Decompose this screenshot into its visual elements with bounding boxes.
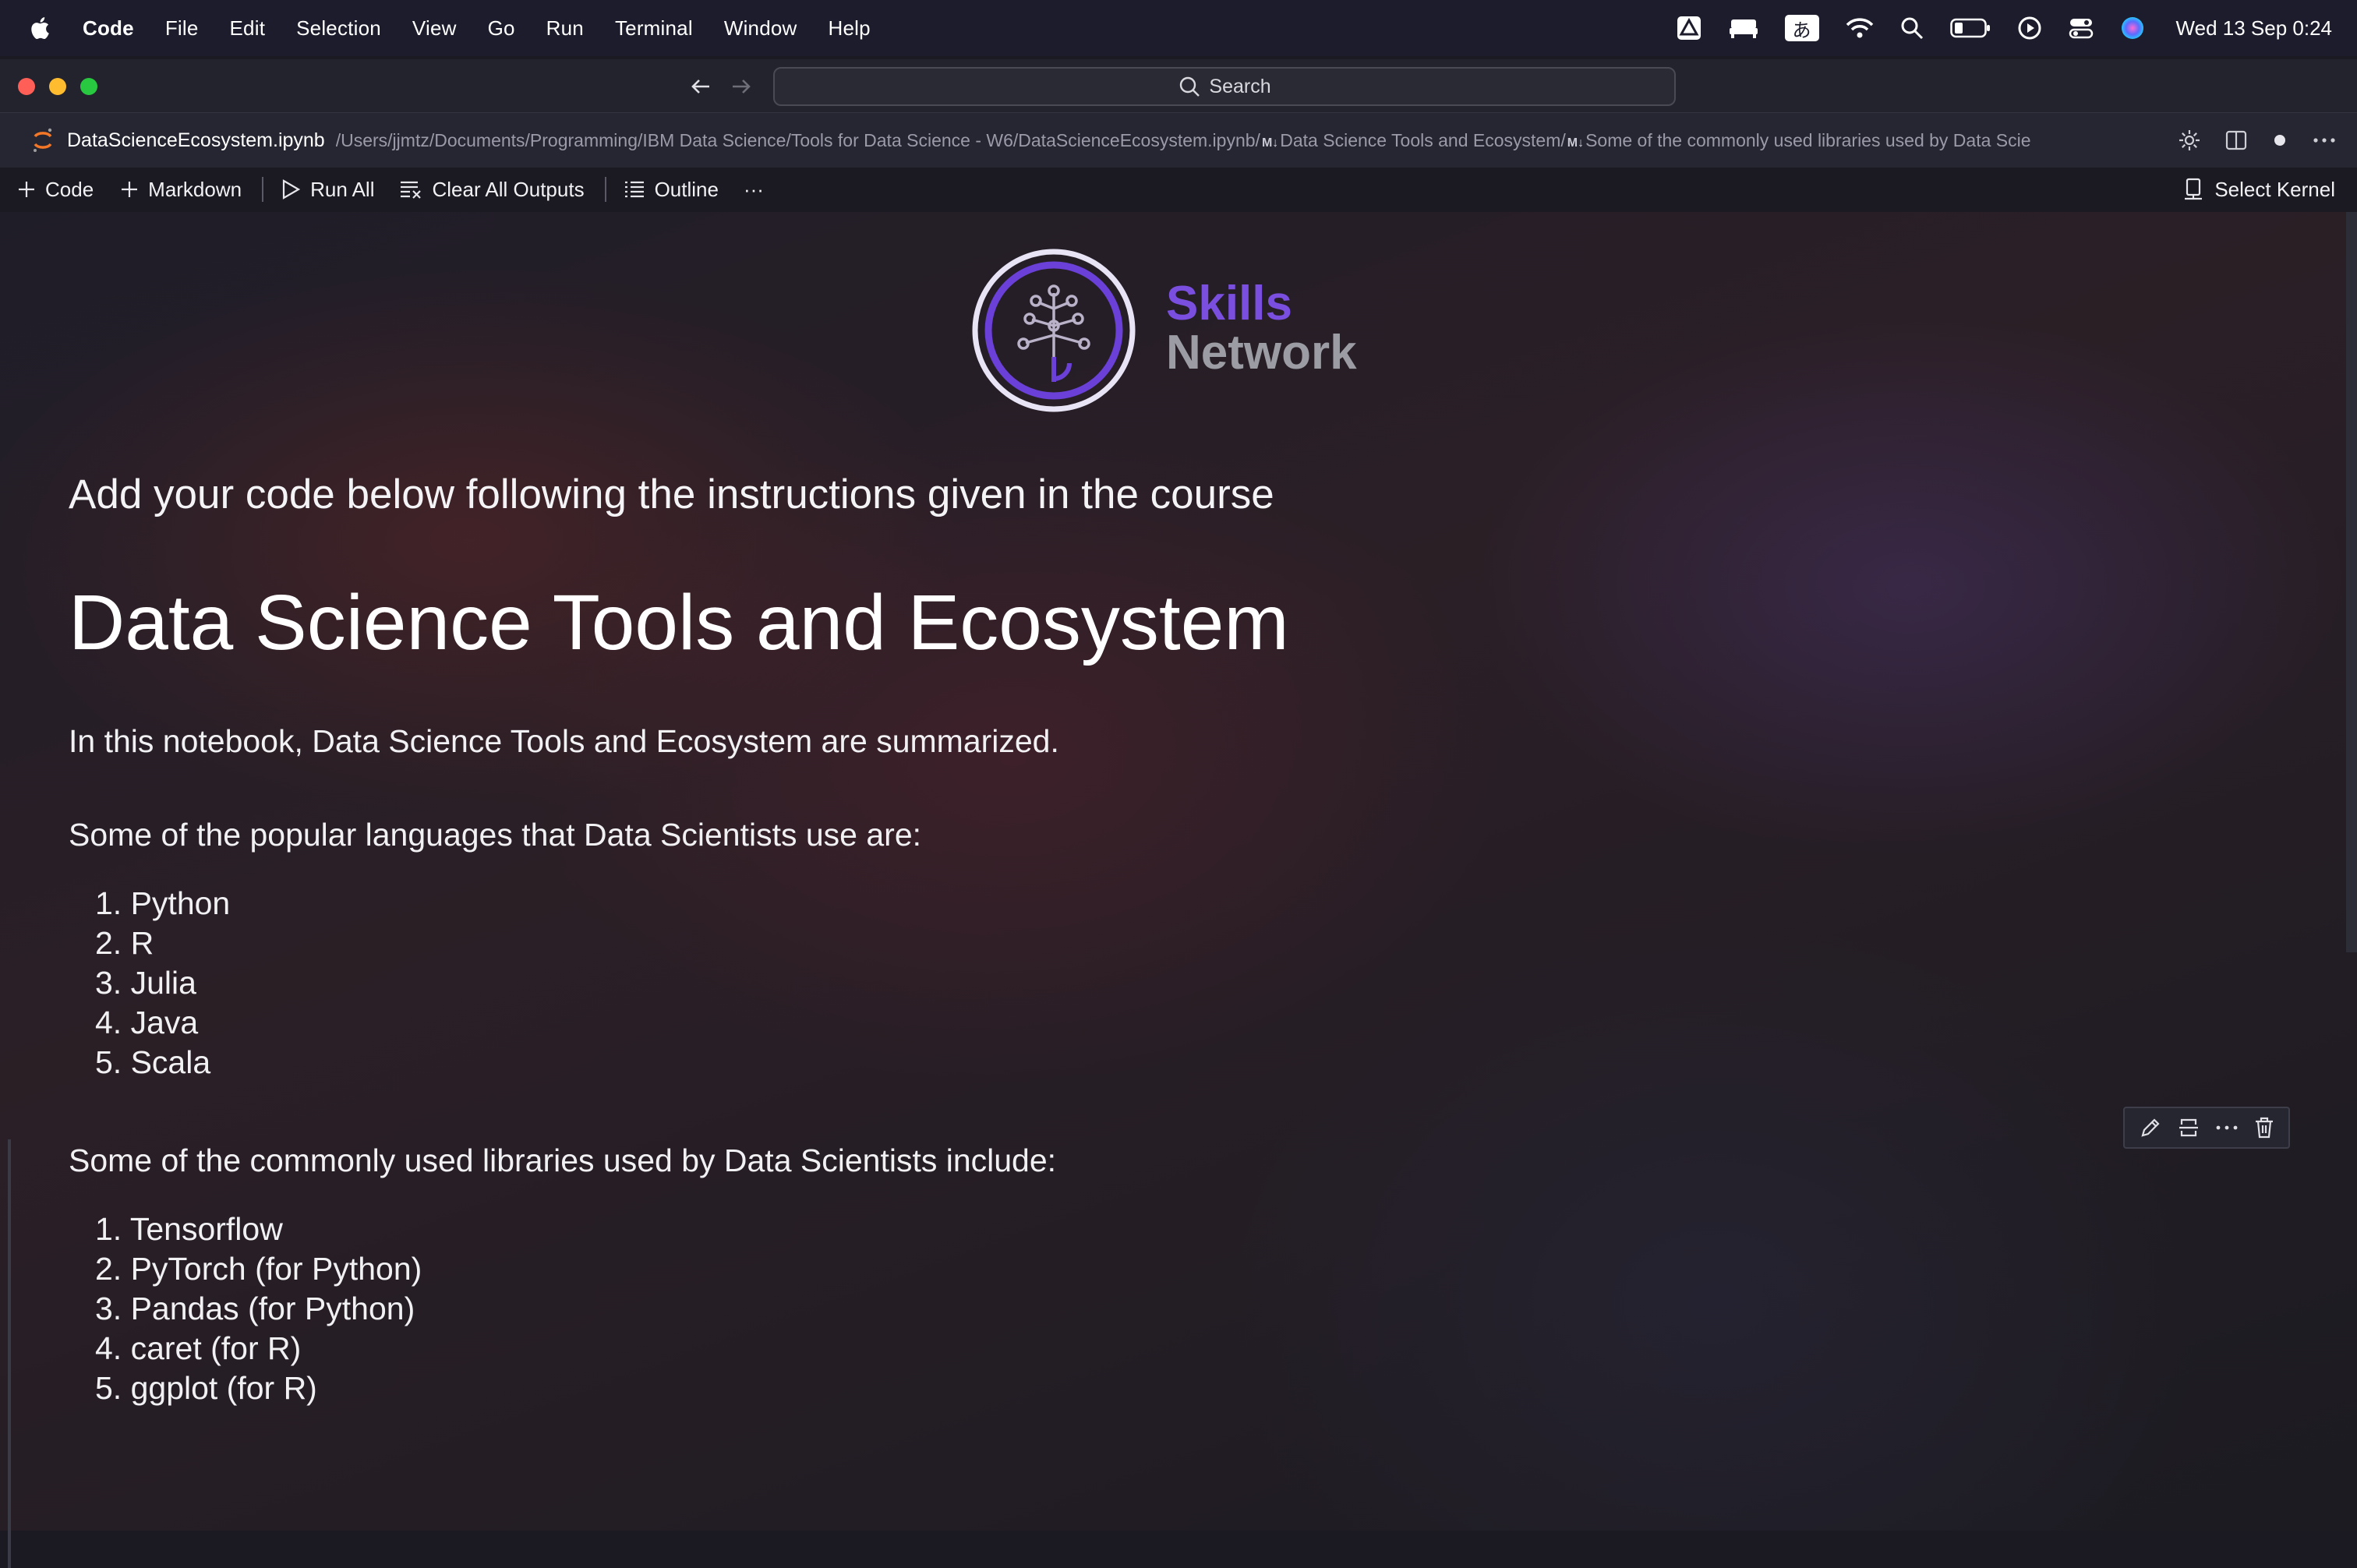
menu-app-name[interactable]: Code (83, 16, 134, 41)
siri-icon[interactable] (2120, 16, 2145, 41)
list-item: 2. PyTorch (for Python) (95, 1251, 422, 1287)
close-window-button[interactable] (18, 78, 35, 95)
breadcrumb: /Users/jjmtz/Documents/Programming/IBM D… (336, 130, 2043, 151)
breadcrumb-subheading[interactable]: Some of the commonly used libraries used… (1585, 130, 2030, 150)
command-center-search[interactable]: Search (773, 67, 1676, 106)
menu-go[interactable]: Go (488, 16, 515, 41)
plus-icon (19, 182, 34, 197)
breadcrumb-heading[interactable]: Data Science Tools and Ecosystem/ (1280, 130, 1565, 150)
edit-pencil-icon[interactable] (2139, 1116, 2162, 1139)
toolbar-more-button[interactable]: ··· (744, 178, 764, 202)
kernel-icon (2185, 178, 2203, 200)
window-titlebar: Search (0, 59, 2357, 113)
search-placeholder: Search (1209, 75, 1271, 97)
menu-run[interactable]: Run (546, 16, 584, 41)
jupyter-notebook-icon (34, 128, 52, 152)
languages-intro-paragraph: Some of the popular languages that Data … (69, 817, 922, 853)
clear-all-outputs-label: Clear All Outputs (432, 177, 585, 201)
more-actions-icon[interactable] (2312, 136, 2337, 144)
skills-network-logo-icon (972, 249, 1136, 412)
select-kernel-label: Select Kernel (2214, 177, 2335, 201)
run-all-button[interactable]: Run All (281, 178, 374, 202)
libraries-list: 1. Tensorflow 2. PyTorch (for Python) 3.… (95, 1210, 422, 1408)
battery-icon[interactable] (1949, 18, 1991, 38)
now-playing-icon[interactable] (2017, 16, 2042, 41)
notebook-toolbar: Code Markdown Run All Clear All Outputs … (0, 168, 2357, 211)
add-markdown-cell-button[interactable]: Markdown (120, 178, 242, 202)
bed-icon[interactable] (1729, 16, 1758, 40)
add-code-label: Code (45, 177, 94, 201)
menubar-clock[interactable]: Wed 13 Sep 0:24 (2176, 16, 2332, 41)
split-editor-icon[interactable] (2224, 129, 2248, 152)
menu-terminal[interactable]: Terminal (615, 16, 693, 41)
play-icon (282, 179, 301, 200)
menu-bar: Code File Edit Selection View Go Run Ter… (0, 0, 2357, 56)
wifi-icon[interactable] (1846, 17, 1874, 39)
editor-breadcrumb-bar: DataScienceEcosystem.ipynb /Users/jjmtz/… (0, 113, 2357, 168)
outline-button[interactable]: Outline (624, 178, 719, 202)
notebook-editor[interactable]: Skills Network Add your code below follo… (0, 212, 2357, 1568)
menu-edit[interactable]: Edit (230, 16, 266, 41)
editor-actions (2178, 113, 2337, 168)
list-item: 3. Julia (95, 965, 196, 1001)
clear-outputs-icon (401, 181, 422, 199)
logo-network-text: Network (1166, 326, 1357, 380)
list-item: 3. Pandas (for Python) (95, 1291, 415, 1326)
toolbar-divider (262, 177, 264, 202)
gear-icon[interactable] (2178, 129, 2201, 152)
list-item: 4. Java (95, 1005, 199, 1040)
apple-icon[interactable] (28, 13, 55, 43)
add-code-cell-button[interactable]: Code (17, 178, 94, 202)
toolbar-divider (604, 177, 606, 202)
menu-view[interactable]: View (412, 16, 457, 41)
back-arrow-icon[interactable] (687, 73, 714, 100)
list-item: 4. caret (for R) (95, 1330, 302, 1366)
menu-file[interactable]: File (165, 16, 199, 41)
unsaved-dot-icon[interactable] (2271, 132, 2288, 149)
tab-filename[interactable]: DataScienceEcosystem.ipynb (67, 129, 325, 152)
status-menus: あ Wed 13 Sep 0:24 (1676, 0, 2332, 56)
control-center-icon[interactable] (2069, 16, 2094, 40)
logo-skills-text: Skills (1166, 277, 1292, 330)
search-icon (1180, 76, 1200, 97)
outline-label: Outline (654, 177, 719, 201)
input-method-icon[interactable]: あ (1784, 15, 1819, 41)
list-item: 5. ggplot (for R) (95, 1370, 317, 1406)
markdown-heading-instructions: Add your code below following the instru… (69, 471, 1274, 517)
minimize-window-button[interactable] (49, 78, 66, 95)
menu-selection[interactable]: Selection (296, 16, 381, 41)
list-item: 2. R (95, 925, 154, 961)
vertical-scrollbar[interactable] (2346, 212, 2357, 952)
list-outline-icon (624, 181, 644, 198)
spotlight-search-icon[interactable] (1900, 16, 1924, 40)
run-all-label: Run All (310, 177, 375, 201)
notebook-title-heading: Data Science Tools and Ecosystem (69, 579, 1289, 666)
list-item: 1. Tensorflow (95, 1211, 283, 1247)
breadcrumb-path[interactable]: /Users/jjmtz/Documents/Programming/IBM D… (336, 130, 1260, 150)
cell-focus-indicator (8, 1139, 11, 1568)
markdown-marker: M↓ (1567, 136, 1585, 150)
delete-trash-icon[interactable] (2254, 1116, 2274, 1139)
list-item: 5. Scala (95, 1044, 211, 1080)
cell-more-icon[interactable] (2215, 1124, 2239, 1132)
split-cell-icon[interactable] (2178, 1116, 2200, 1139)
menu-help[interactable]: Help (829, 16, 871, 41)
languages-list: 1. Python 2. R 3. Julia 4. Java 5. Scala (95, 884, 230, 1082)
libraries-intro-paragraph: Some of the commonly used libraries used… (69, 1142, 1057, 1178)
cell-toolbar (2123, 1107, 2290, 1149)
zoom-window-button[interactable] (80, 78, 97, 95)
list-item: 1. Python (95, 885, 231, 921)
menu-window[interactable]: Window (724, 16, 797, 41)
add-markdown-label: Markdown (148, 177, 242, 201)
drive-icon[interactable] (1676, 15, 1702, 41)
clear-all-outputs-button[interactable]: Clear All Outputs (399, 177, 585, 202)
plus-icon (122, 182, 138, 197)
forward-arrow-icon[interactable] (728, 73, 754, 100)
ellipsis-icon: ··· (743, 177, 764, 201)
intro-paragraph: In this notebook, Data Science Tools and… (69, 723, 1059, 759)
markdown-marker: M↓ (1261, 136, 1279, 150)
select-kernel-button[interactable]: Select Kernel (2183, 168, 2335, 211)
